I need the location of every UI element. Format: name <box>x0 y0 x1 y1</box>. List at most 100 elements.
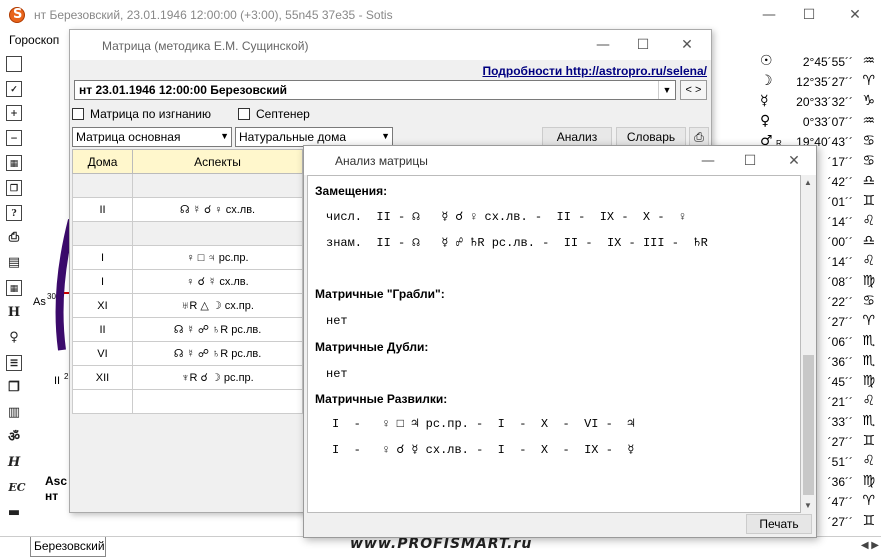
menu-horoscope[interactable]: Гороскоп <box>9 33 59 47</box>
maximize-button[interactable]: ☐ <box>789 4 829 26</box>
scroll-down-icon[interactable]: ▼ <box>804 501 812 510</box>
asc-degree: 30 <box>47 292 56 301</box>
planet-degree: ´42´´ <box>827 175 853 189</box>
analysis-scrollbar[interactable]: ▲ ▼ <box>801 175 816 513</box>
toolbar-ec-icon[interactable]: EC <box>6 480 28 496</box>
house-cell: I <box>72 269 133 294</box>
zodiac-sign-icon: ♎ <box>862 173 875 189</box>
exile-matrix-checkbox[interactable]: Матрица по изгнанию <box>72 107 211 121</box>
analysis-button[interactable]: Анализ <box>542 127 612 147</box>
toolbar-h-italic-icon[interactable]: H <box>6 455 22 471</box>
matrix-titlebar: Матрица (методика Е.М. Сущинской) — ☐ ✕ <box>70 30 711 60</box>
new-doc-icon[interactable] <box>6 56 22 72</box>
check-doc-icon[interactable]: ✓ <box>6 81 22 97</box>
table-icon[interactable]: ▦ <box>6 280 22 296</box>
minus-doc-icon[interactable]: − <box>6 130 22 146</box>
table-row[interactable]: I ♀ ☌ ☿ сх.лв. <box>72 269 303 294</box>
details-link[interactable]: Подробности http://astropro.ru/selena/ <box>482 64 707 78</box>
list-icon[interactable]: ☰ <box>6 355 22 371</box>
zodiac-sign-icon: ♍ <box>862 473 875 489</box>
hscroll-arrows[interactable]: ◀ ▶ <box>861 540 879 551</box>
planet-row: ☿ 20°33´32´´ ♑ <box>758 92 881 114</box>
image-icon[interactable]: ▦ <box>6 155 22 171</box>
aspects-icon[interactable]: ♀ <box>6 330 22 346</box>
houses-value: Натуральные дома <box>239 130 347 144</box>
aspect-cell: ☊ ☿ ☌ ♀ сх.лв. <box>132 197 303 222</box>
planet-degree: ´01´´ <box>827 195 853 209</box>
printer-icon[interactable]: ⎙ <box>6 230 22 246</box>
table-row[interactable]: II ☊ ☿ ☍ ♄R рс.лв. <box>72 317 303 342</box>
house-cell: I <box>72 245 133 270</box>
planet-degree: ´51´´ <box>827 455 853 469</box>
matrix-type-select[interactable]: Матрица основная ▼ <box>72 127 232 147</box>
zodiac-sign-icon: ♋ <box>862 133 875 149</box>
table-row[interactable]: XI ♅R △ ☽ сх.пр. <box>72 293 303 318</box>
planet-glyph-icon: ♀ <box>760 113 771 129</box>
save-red-icon[interactable]: ▤ <box>6 255 22 271</box>
planet-degree: 2°45´55´´ <box>802 55 853 69</box>
analysis-maximize-button[interactable]: ☐ <box>730 150 770 172</box>
matrix-minimize-button[interactable]: — <box>583 34 623 56</box>
exile-matrix-label: Матрица по изгнанию <box>90 107 212 121</box>
matrix-table: Дома Аспекты II ☊ ☿ ☌ ♀ сх.лв. I ♀ □ ♃ рс.п… <box>72 149 303 414</box>
checkbox-box[interactable] <box>238 108 250 120</box>
septener-checkbox[interactable]: Септенер <box>238 107 310 121</box>
houses-select[interactable]: Натуральные дома ▼ <box>235 127 393 147</box>
zodiac-sign-icon: ♌ <box>862 453 875 469</box>
checkbox-box[interactable] <box>72 108 84 120</box>
help-icon[interactable]: ? <box>6 205 22 221</box>
dictionary-button[interactable]: Словарь <box>616 127 686 147</box>
add-doc-icon[interactable]: + <box>6 105 22 121</box>
copy-icon[interactable]: ❐ <box>6 180 22 196</box>
minimize-button[interactable]: — <box>749 4 789 26</box>
close-button[interactable]: ✕ <box>835 4 875 26</box>
print-button[interactable]: Печать <box>746 514 812 534</box>
table-row[interactable] <box>72 389 303 414</box>
prev-next-button[interactable]: < > <box>680 80 707 100</box>
zodiac-sign-icon: ♍ <box>862 273 875 289</box>
scroll-up-icon[interactable]: ▲ <box>804 178 812 187</box>
matrix-maximize-button[interactable]: ☐ <box>623 34 663 56</box>
col-houses-header: Дома <box>72 149 133 174</box>
planet-degree: ´27´´ <box>827 515 853 529</box>
zodiac-sign-icon: ♌ <box>862 253 875 269</box>
planet-degree: ´36´´ <box>827 475 853 489</box>
planet-glyph-icon: ☉ <box>760 53 773 69</box>
layers-icon[interactable]: ❐ <box>6 380 22 396</box>
planet-degree: ´17´´ <box>827 155 853 169</box>
table-row[interactable]: VI ☊ ☿ ☍ ♄R рс.лв. <box>72 341 303 366</box>
scroll-thumb[interactable] <box>803 355 814 495</box>
chart-select-combo[interactable]: нт 23.01.1946 12:00:00 Березовский ▼ <box>74 80 676 100</box>
grabli-heading: Матричные "Грабли": <box>315 287 445 301</box>
zodiac-sign-icon: ♏ <box>862 413 875 429</box>
planet-degree: ´47´´ <box>827 495 853 509</box>
wheel-arc <box>55 219 76 351</box>
table-row[interactable] <box>72 173 303 198</box>
planet-degree: ´08´´ <box>827 275 853 289</box>
house-ii-label: II <box>54 375 61 387</box>
table-row[interactable]: XII ♆R ☌ ☽ рс.пр. <box>72 365 303 390</box>
aspect-cell: ☊ ☿ ☍ ♄R рс.лв. <box>132 341 303 366</box>
folder-icon[interactable]: ▬ <box>6 505 22 521</box>
table-row[interactable] <box>72 221 303 246</box>
om-icon[interactable]: ॐ <box>6 430 22 446</box>
nt-label: нт <box>45 489 59 503</box>
planet-glyph-icon: ☿ <box>760 93 769 109</box>
tab-berezovsky[interactable]: Березовский <box>30 537 106 557</box>
zodiac-sign-icon: ♊ <box>862 193 875 209</box>
table-row[interactable]: II ☊ ☿ ☌ ♀ сх.лв. <box>72 197 303 222</box>
toolbar-h-icon[interactable]: H <box>6 305 22 321</box>
print-icon[interactable]: ⎙ <box>689 127 709 147</box>
analysis-close-button[interactable]: ✕ <box>774 150 814 172</box>
table-row[interactable]: I ♀ □ ♃ рс.пр. <box>72 245 303 270</box>
house-ii-degree: 2 <box>64 372 69 381</box>
planet-degree: 12°35´27´´ <box>796 75 853 89</box>
zodiac-sign-icon: ♒ <box>862 113 875 129</box>
zodiac-sign-icon: ♎ <box>862 233 875 249</box>
matrix-close-button[interactable]: ✕ <box>667 34 707 56</box>
chevron-down-icon[interactable]: ▼ <box>658 81 675 99</box>
bar-chart-icon[interactable]: ▥ <box>6 405 22 421</box>
aspect-cell <box>132 173 303 198</box>
house-cell: II <box>72 317 133 342</box>
analysis-minimize-button[interactable]: — <box>688 150 728 172</box>
